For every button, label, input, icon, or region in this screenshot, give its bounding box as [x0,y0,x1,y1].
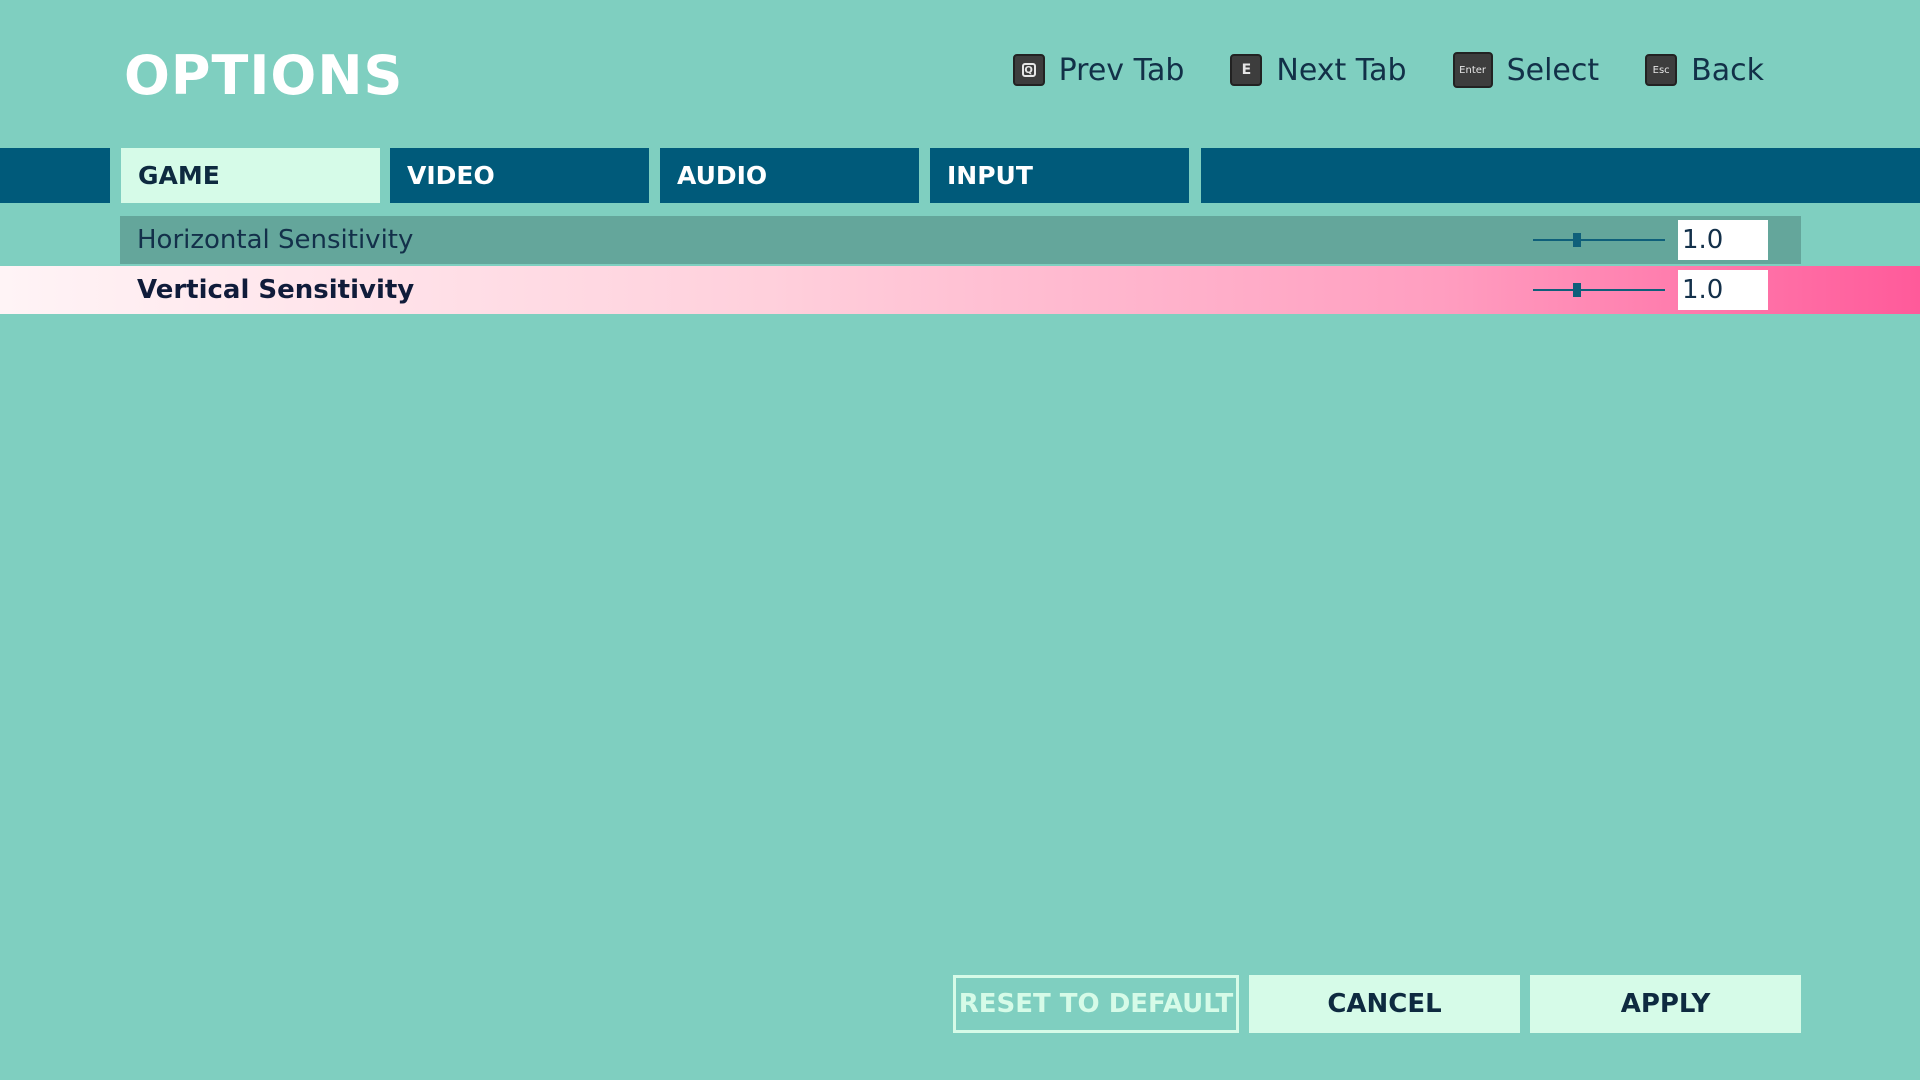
tab-audio[interactable]: AUDIO [660,148,919,203]
setting-label: Vertical Sensitivity [137,275,415,305]
slider-track [1533,289,1665,291]
hint-back: Esc Back [1645,53,1764,88]
hint-label: Back [1691,52,1764,88]
horizontal-sensitivity-value-field[interactable]: 1.0 [1678,220,1768,260]
hint-select: Enter Select [1452,52,1600,88]
horizontal-sensitivity-slider[interactable] [1533,230,1665,250]
slider-track [1533,239,1665,241]
reset-to-default-button[interactable]: RESET TO DEFAULT [953,975,1239,1033]
hint-prev-tab: Q Prev Tab [1012,52,1185,88]
e-key-icon: E [1230,54,1263,86]
hint-next-tab: E Next Tab [1230,52,1407,88]
cancel-button[interactable]: CANCEL [1249,975,1520,1033]
hint-label: Select [1506,52,1600,88]
hint-label: Next Tab [1276,52,1407,88]
page-title: OPTIONS [124,44,404,107]
tab-input[interactable]: INPUT [930,148,1189,203]
vertical-sensitivity-slider[interactable] [1533,280,1665,300]
esc-key-icon: Esc [1645,54,1678,86]
setting-row-vertical-sensitivity[interactable]: Vertical Sensitivity 1.0 [0,266,1920,314]
control-hints: Q Prev Tab E Next Tab Enter Select Esc B… [1012,52,1764,88]
q-key-icon: Q [1012,54,1045,86]
vertical-sensitivity-value-field[interactable]: 1.0 [1678,270,1768,310]
enter-key-icon: Enter [1452,52,1493,88]
tab-bar-filler-left [0,148,110,203]
apply-button[interactable]: APPLY [1530,975,1801,1033]
slider-thumb[interactable] [1572,283,1581,297]
slider-thumb[interactable] [1572,233,1581,247]
tab-bar-filler-right [1201,148,1920,203]
tab-bar: GAME VIDEO AUDIO INPUT [0,148,1920,203]
hint-label: Prev Tab [1058,52,1185,88]
tab-video[interactable]: VIDEO [390,148,649,203]
tab-game[interactable]: GAME [121,148,380,203]
setting-label: Horizontal Sensitivity [137,225,414,255]
setting-row-horizontal-sensitivity[interactable]: Horizontal Sensitivity 1.0 [120,216,1801,264]
